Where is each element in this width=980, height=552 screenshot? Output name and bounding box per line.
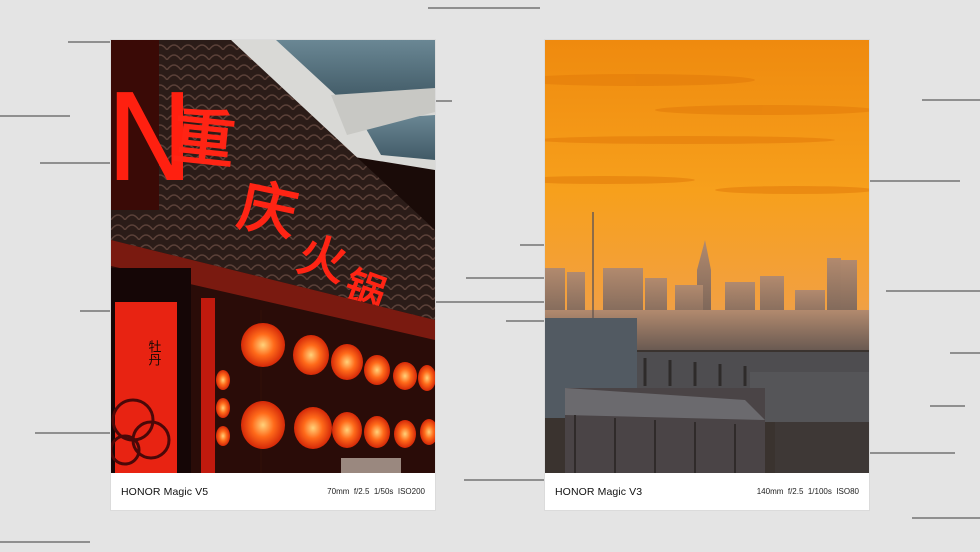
- device-name: HONOR Magic V3: [555, 485, 643, 498]
- photo-hotpot-restaurant: N 重 庆 火 锅 牡丹: [111, 40, 435, 473]
- photo-caption: HONOR Magic V3 140mm f/2.5 1/100s ISO80: [545, 473, 869, 510]
- svg-text:重: 重: [170, 99, 239, 178]
- camera-settings: 140mm f/2.5 1/100s ISO80: [756, 487, 859, 496]
- device-name: HONOR Magic V5: [121, 485, 209, 498]
- photo-card-honor-magic-v3[interactable]: HONOR Magic V3 140mm f/2.5 1/100s ISO80: [545, 40, 869, 510]
- camera-settings: 70mm f/2.5 1/50s ISO200: [327, 487, 425, 496]
- banner-text: 牡丹: [146, 340, 162, 366]
- photo-card-honor-magic-v5[interactable]: N 重 庆 火 锅 牡丹 HONOR Magic V5 70mm f/2.5 1…: [111, 40, 435, 510]
- photo-caption: HONOR Magic V5 70mm f/2.5 1/50s ISO200: [111, 473, 435, 510]
- photo-sunset-skyline: [545, 40, 869, 473]
